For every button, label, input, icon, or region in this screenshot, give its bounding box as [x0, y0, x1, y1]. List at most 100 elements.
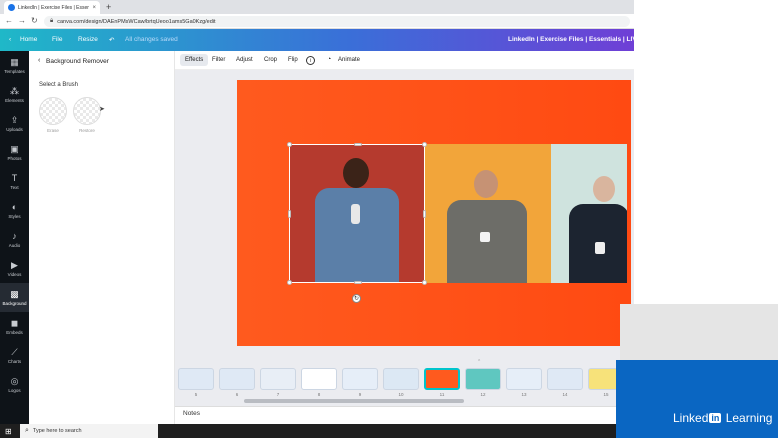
- search-icon: ⌕: [25, 427, 29, 434]
- page-thumbnail[interactable]: [260, 368, 296, 390]
- resize-button[interactable]: Resize: [78, 36, 98, 43]
- effects-button[interactable]: Effects: [180, 54, 209, 66]
- browser-tab[interactable]: LinkedIn | Exercise Files | Essenti... ×: [4, 1, 100, 14]
- rail-item-elements[interactable]: ⁂ Elements: [0, 80, 29, 109]
- resize-handle-tr[interactable]: [422, 142, 427, 147]
- home-back-icon[interactable]: ‹: [9, 36, 11, 43]
- tab-title: LinkedIn | Exercise Files | Essenti...: [18, 4, 90, 11]
- rail-item-embeds[interactable]: ◼ Embeds: [0, 312, 29, 341]
- taskbar-search[interactable]: ⌕ Type here to search: [20, 424, 158, 438]
- page-thumbnail[interactable]: [547, 368, 583, 390]
- audio-icon: ♪: [12, 230, 17, 241]
- page-number: 12: [480, 392, 486, 397]
- rail-item-label: Background: [2, 300, 27, 306]
- resize-handle-top[interactable]: [354, 143, 362, 146]
- undo-icon[interactable]: ↶: [109, 36, 114, 44]
- rail-item-label: Embeds: [6, 329, 23, 335]
- page-number: 14: [562, 392, 568, 397]
- collapse-strip-icon[interactable]: ⌃: [477, 359, 481, 365]
- page-thumbnail[interactable]: [506, 368, 542, 390]
- page-thumbnail[interactable]: [465, 368, 501, 390]
- resize-handle-bottom[interactable]: [354, 281, 362, 284]
- reload-icon[interactable]: ↻: [31, 16, 38, 25]
- rail-item-styles[interactable]: ◐ Styles: [0, 196, 29, 225]
- restore-label: Restore: [79, 128, 95, 133]
- rail-item-label: Uploads: [6, 126, 23, 132]
- taskbar-search-placeholder: Type here to search: [32, 428, 82, 434]
- logo-in: in: [709, 413, 722, 423]
- notes-button[interactable]: Notes: [183, 410, 200, 417]
- page-number: 8: [317, 392, 321, 397]
- page-thumbnail[interactable]: [342, 368, 378, 390]
- linkedin-learning-banner: [616, 360, 778, 438]
- templates-icon: ▦: [10, 56, 19, 67]
- rotate-handle-icon[interactable]: ↻: [352, 294, 361, 303]
- erase-brush[interactable]: [39, 97, 67, 125]
- back-chevron-icon[interactable]: ‹: [38, 57, 40, 64]
- url-field[interactable]: 🔒︎ canva.com/design/DAEnPMsWCaw/brtqUeoo…: [44, 16, 630, 27]
- windows-start-icon[interactable]: ⊞: [5, 427, 12, 436]
- resize-handle-left[interactable]: [288, 210, 291, 218]
- page-thumbnail[interactable]: [424, 368, 460, 390]
- favicon-icon: [8, 4, 15, 11]
- rail-item-background[interactable]: ▩ Background: [0, 283, 29, 312]
- page-number: 9: [358, 392, 362, 397]
- forward-icon[interactable]: →: [18, 16, 26, 25]
- embeds-icon: ◼: [10, 317, 19, 328]
- rail-item-label: Audio: [8, 242, 21, 248]
- logos-icon: ◎: [10, 375, 19, 386]
- elements-icon: ⁂: [10, 85, 19, 96]
- resize-handle-br[interactable]: [422, 280, 427, 285]
- image-toolbar: Effects Filter Adjust Crop Flip i ◔ Anim…: [175, 51, 634, 70]
- right-gray-band: [620, 304, 778, 360]
- home-button[interactable]: Home: [20, 36, 37, 43]
- page-thumbnail[interactable]: [178, 368, 214, 390]
- rail-item-label: Logos: [8, 387, 21, 393]
- adjust-button[interactable]: Adjust: [236, 57, 253, 63]
- photo-woman-suit[interactable]: [551, 144, 627, 283]
- rail-item-photos[interactable]: ▣ Photos: [0, 138, 29, 167]
- rail-item-label: Styles: [8, 213, 21, 219]
- page-thumbnail[interactable]: [301, 368, 337, 390]
- flip-button[interactable]: Flip: [288, 57, 298, 63]
- rail-item-audio[interactable]: ♪ Audio: [0, 225, 29, 254]
- save-status: All changes saved: [125, 36, 178, 43]
- left-rail: ▦ Templates ⁂ Elements ⇪ Uploads ▣ Photos T Text ◐…: [0, 51, 29, 424]
- page-number: 11: [439, 392, 445, 397]
- crop-button[interactable]: Crop: [264, 57, 277, 63]
- page-number: 13: [521, 392, 527, 397]
- editor-header: ‹ Home File Resize ↶ All changes saved L…: [0, 29, 641, 51]
- page-number: 7: [276, 392, 280, 397]
- url-text: canva.com/design/DAEnPMsWCaw/brtqUeoo1am…: [57, 18, 216, 25]
- cursor-pointer-icon: ➤: [99, 106, 105, 113]
- page-number: 10: [398, 392, 404, 397]
- animate-button[interactable]: Animate: [338, 57, 360, 63]
- resize-handle-right[interactable]: [423, 210, 426, 218]
- photo-man-apron[interactable]: [425, 144, 551, 283]
- page-thumbnail[interactable]: [219, 368, 255, 390]
- animate-icon[interactable]: ◔: [327, 56, 331, 63]
- document-title[interactable]: LinkedIn | Exercise Files | Essentials |…: [508, 36, 641, 43]
- videos-icon: ▶: [11, 259, 18, 270]
- filmstrip-scrollbar[interactable]: [244, 399, 464, 403]
- selection-box[interactable]: [287, 142, 427, 285]
- back-icon[interactable]: ←: [5, 16, 13, 25]
- resize-handle-tl[interactable]: [287, 142, 292, 147]
- page-thumbnail[interactable]: [383, 368, 419, 390]
- rail-item-templates[interactable]: ▦ Templates: [0, 51, 29, 80]
- rail-item-logos[interactable]: ◎ Logos: [0, 370, 29, 399]
- rail-item-text[interactable]: T Text: [0, 167, 29, 196]
- linkedin-learning-logo: Linked in Learning: [673, 411, 772, 425]
- rail-item-videos[interactable]: ▶ Videos: [0, 254, 29, 283]
- address-bar: ← → ↻ 🔒︎ canva.com/design/DAEnPMsWCaw/br…: [0, 14, 634, 29]
- tab-close-icon[interactable]: ×: [92, 5, 96, 11]
- filter-button[interactable]: Filter: [212, 57, 225, 63]
- rail-item-charts[interactable]: ⟋ Charts: [0, 341, 29, 370]
- restore-brush[interactable]: [73, 97, 101, 125]
- page-number: 5: [194, 392, 198, 397]
- resize-handle-bl[interactable]: [287, 280, 292, 285]
- new-tab-button[interactable]: +: [106, 2, 111, 12]
- info-icon[interactable]: i: [306, 56, 315, 65]
- file-menu[interactable]: File: [52, 36, 62, 43]
- rail-item-uploads[interactable]: ⇪ Uploads: [0, 109, 29, 138]
